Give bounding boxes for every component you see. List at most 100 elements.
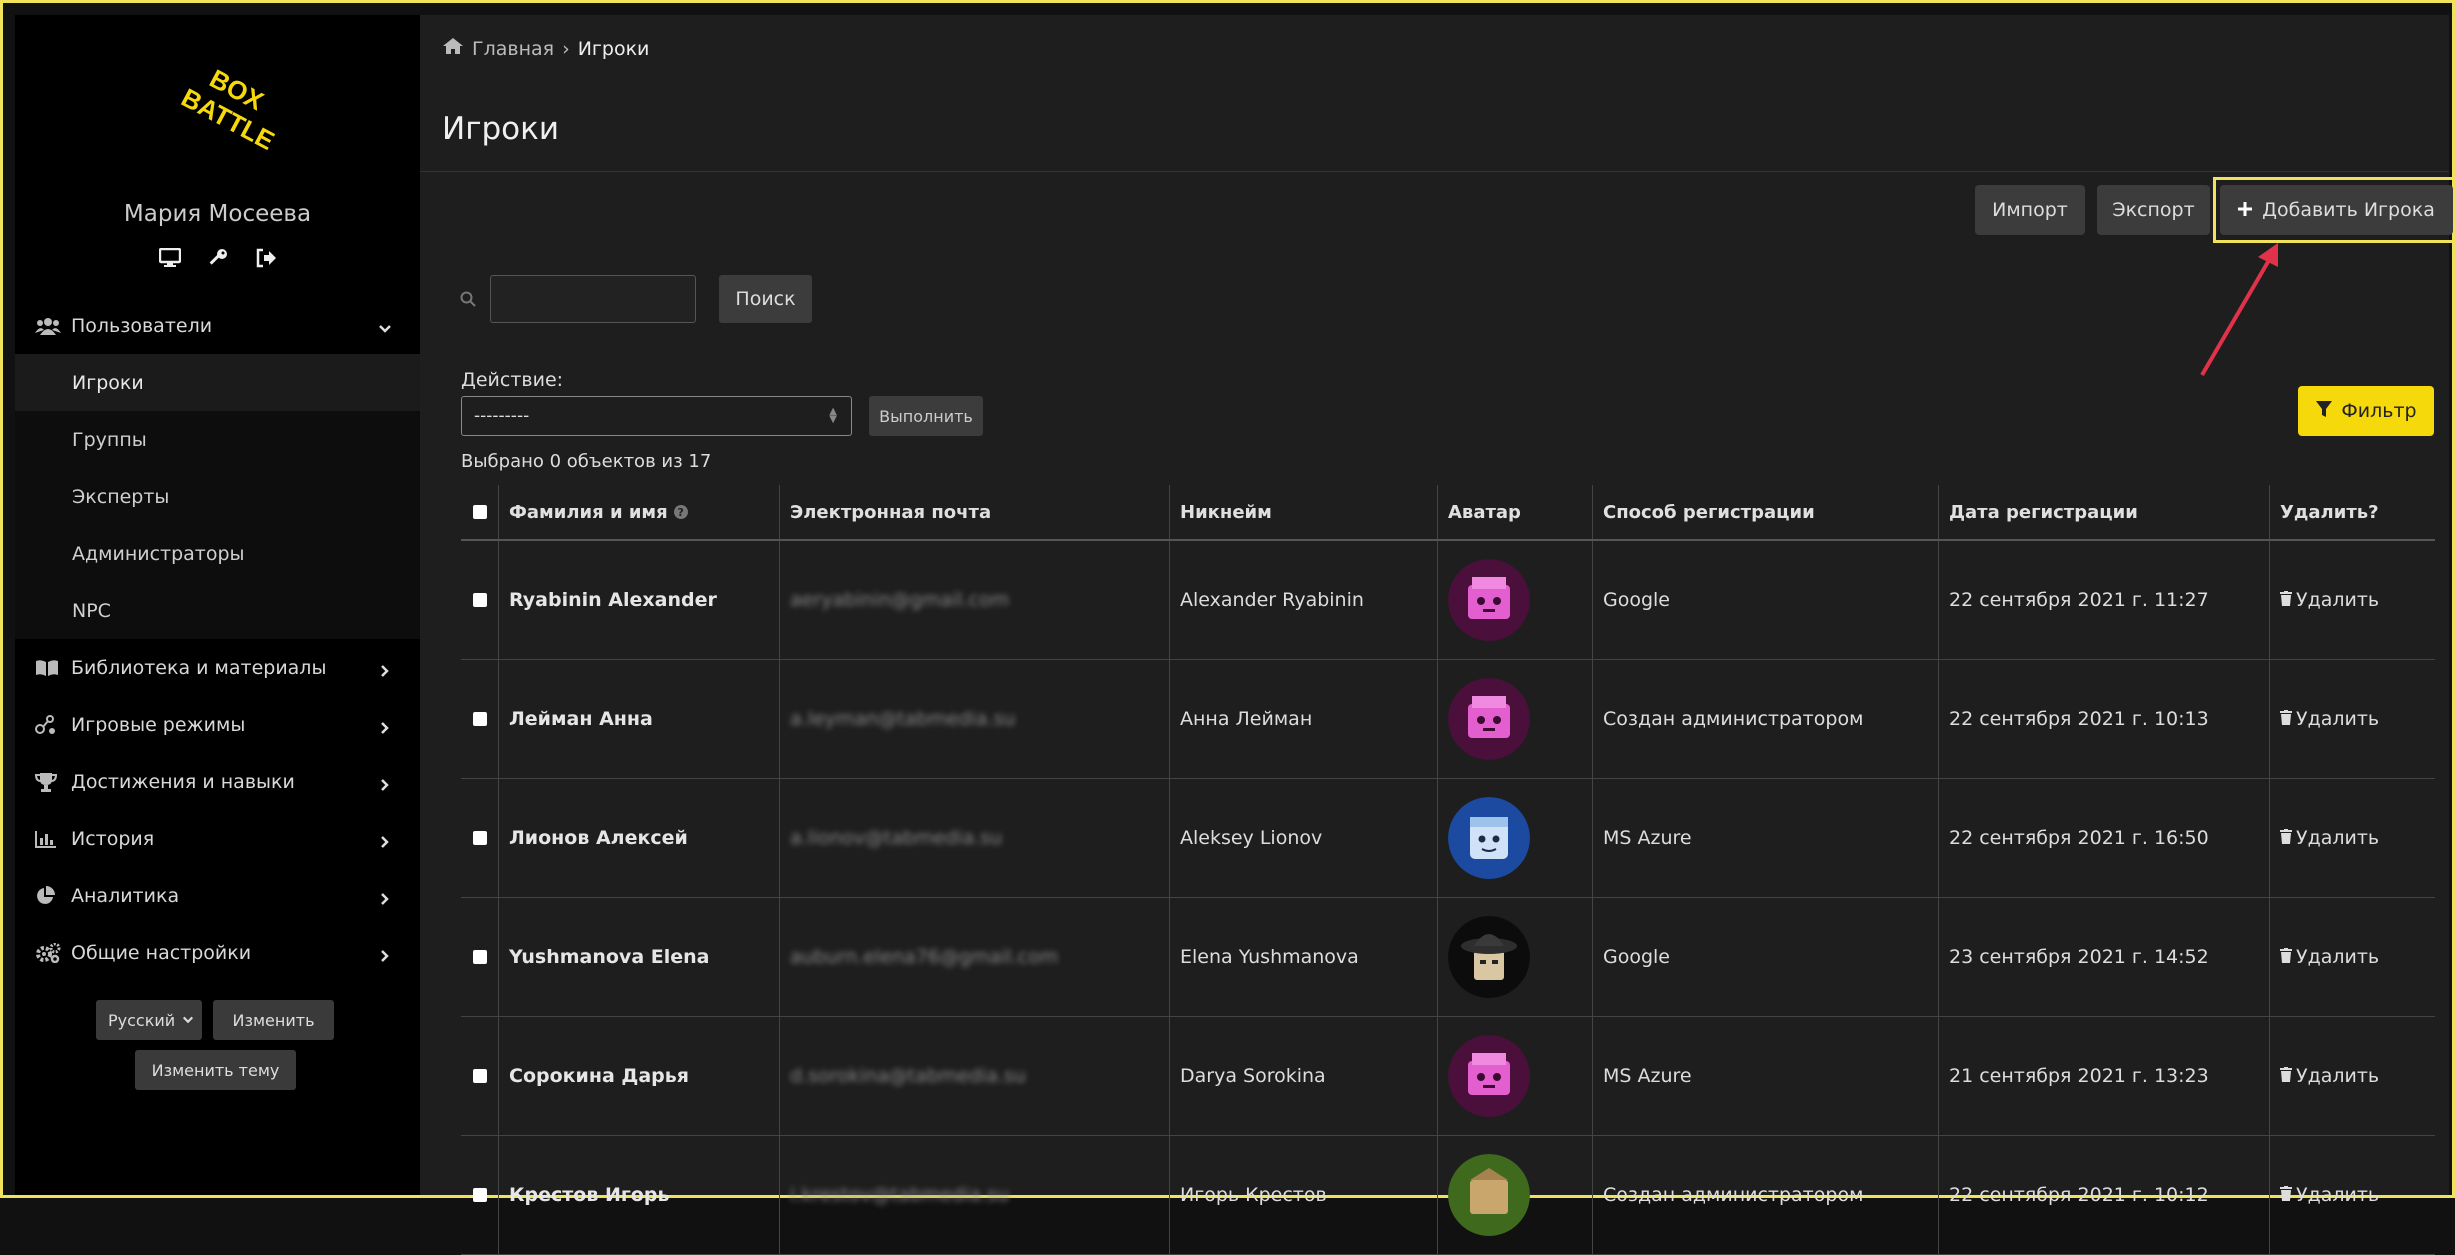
help-icon[interactable]: ? [673,505,688,519]
users-icon [35,315,63,337]
trash-icon [2280,708,2292,730]
sidebar-item-experts[interactable]: Эксперты [15,468,420,525]
change-language-button[interactable]: Изменить [213,1000,334,1040]
delete-link[interactable]: Удалить [2280,589,2379,611]
run-action-button[interactable]: Выполнить [869,396,983,436]
delete-link[interactable]: Удалить [2280,1184,2379,1206]
sidebar-item-players[interactable]: Игроки [15,354,420,411]
user-name: Мария Мосеева [123,201,312,227]
player-email: d.sorokina@tabmedia.su [790,1065,1026,1087]
player-name-link[interactable]: Сорокина Дарья [509,1065,689,1087]
player-email-cell: auburn.elena76@gmail.com [779,898,1169,1016]
header-name[interactable]: Фамилия и имя? [498,485,779,539]
sidebar-item-admins[interactable]: Администраторы [15,525,420,582]
change-theme-button[interactable]: Изменить тему [135,1050,296,1090]
delete-cell: Удалить [2269,898,2435,1016]
divider [420,171,2449,172]
player-nickname: Aleksey Lionov [1169,779,1437,897]
registration-method: MS Azure [1592,1017,1938,1135]
logout-icon[interactable] [253,245,279,271]
player-name-cell: Ryabinin Alexander [498,541,779,659]
delete-link[interactable]: Удалить [2280,946,2379,968]
player-avatar-cell [1437,779,1592,897]
sidebar-item-achievements[interactable]: Достижения и навыки [15,753,420,810]
player-avatar-cell [1437,541,1592,659]
row-checkbox[interactable] [472,1069,487,1083]
row-checkbox-cell [461,779,498,897]
row-checkbox-cell [461,1136,498,1254]
player-name-cell: Лионов Алексей [498,779,779,897]
app-frame: BOX BATTLE Мария Мосеева Пользователи Иг… [0,0,2455,1255]
main-content: Главная › Игроки Игроки Импорт Экспорт Д… [420,15,2455,1255]
avatar [1448,797,1530,879]
delete-cell: Удалить [2269,1136,2435,1254]
sidebar-item-settings[interactable]: Общие настройки [15,924,420,981]
action-select[interactable]: --------- ▲ ▼ [461,396,852,436]
player-name-cell: Yushmanova Elena [498,898,779,1016]
player-nickname: Alexander Ryabinin [1169,541,1437,659]
header-registration-method[interactable]: Способ регистрации [1592,485,1938,539]
player-name-link[interactable]: Ryabinin Alexander [509,589,717,611]
registration-method: MS Azure [1592,779,1938,897]
box-battle-logo[interactable]: BOX BATTLE [170,55,280,156]
sidebar-item-label: Библиотека и материалы [71,656,327,679]
export-button[interactable]: Экспорт [2097,185,2210,235]
import-button[interactable]: Импорт [1975,185,2085,235]
breadcrumb-home-link[interactable]: Главная [472,38,554,60]
chart-icon [35,828,63,850]
delete-link[interactable]: Удалить [2280,827,2379,849]
language-select[interactable]: Русский [96,1000,202,1040]
registration-method: Создан администратором [1592,1136,1938,1254]
sidebar-item-npc[interactable]: NPC [15,582,420,639]
key-icon[interactable] [205,245,231,271]
home-icon[interactable] [442,37,464,60]
user-actions [15,245,420,271]
avatar [1448,678,1530,760]
search-input[interactable] [490,275,696,323]
player-name-link[interactable]: Yushmanova Elena [509,946,709,968]
table-row: Yushmanova Elena auburn.elena76@gmail.co… [461,898,2435,1017]
player-email-cell: d.sorokina@tabmedia.su [779,1017,1169,1135]
sidebar-item-groups[interactable]: Группы [15,411,420,468]
row-checkbox[interactable] [472,712,487,726]
delete-label: Удалить [2296,708,2380,730]
sidebar-item-analytics[interactable]: Аналитика [15,867,420,924]
filter-button[interactable]: Фильтр [2298,386,2434,436]
player-email-cell: a.leyman@tabmedia.su [779,660,1169,778]
sidebar-item-history[interactable]: История [15,810,420,867]
delete-cell: Удалить [2269,1017,2435,1135]
delete-label: Удалить [2296,827,2380,849]
trash-icon [2280,1184,2292,1206]
player-name-link[interactable]: Крестов Игорь [509,1184,669,1206]
player-avatar-cell [1437,898,1592,1016]
header-registration-date[interactable]: Дата регистрации [1938,485,2269,539]
header-email[interactable]: Электронная почта [779,485,1169,539]
header-label: Фамилия и имя [509,501,668,523]
row-checkbox[interactable] [472,831,487,845]
player-name-link[interactable]: Лионов Алексей [509,827,688,849]
delete-link[interactable]: Удалить [2280,1065,2379,1087]
player-name-link[interactable]: Лейман Анна [509,708,653,730]
row-checkbox-cell [461,898,498,1016]
monitor-icon[interactable] [157,245,183,271]
delete-link[interactable]: Удалить [2280,708,2379,730]
highlight-box [2213,177,2455,243]
row-checkbox[interactable] [472,593,487,607]
table-row: Лионов Алексей a.lionov@tabmedia.su Alek… [461,779,2435,898]
header-nickname[interactable]: Никнейм [1169,485,1437,539]
chevron-right-icon [378,832,392,848]
sidebar-item-users[interactable]: Пользователи [15,297,420,354]
player-email: auburn.elena76@gmail.com [790,946,1059,968]
row-checkbox[interactable] [472,1188,487,1202]
select-all-checkbox-cell [461,485,498,539]
player-email: i.krestov@tabmedia.su [790,1184,1009,1206]
breadcrumb-current: Игроки [577,37,650,60]
sidebar-item-game-modes[interactable]: Игровые режимы [15,696,420,753]
sidebar-item-library[interactable]: Библиотека и материалы [15,639,420,696]
breadcrumb: Главная › Игроки [442,37,649,60]
player-email: aeryabinin@gmail.com [790,589,1010,611]
row-checkbox[interactable] [472,950,487,964]
player-nickname: Анна Лейман [1169,660,1437,778]
search-button[interactable]: Поиск [719,275,812,323]
select-all-checkbox[interactable] [472,505,487,519]
